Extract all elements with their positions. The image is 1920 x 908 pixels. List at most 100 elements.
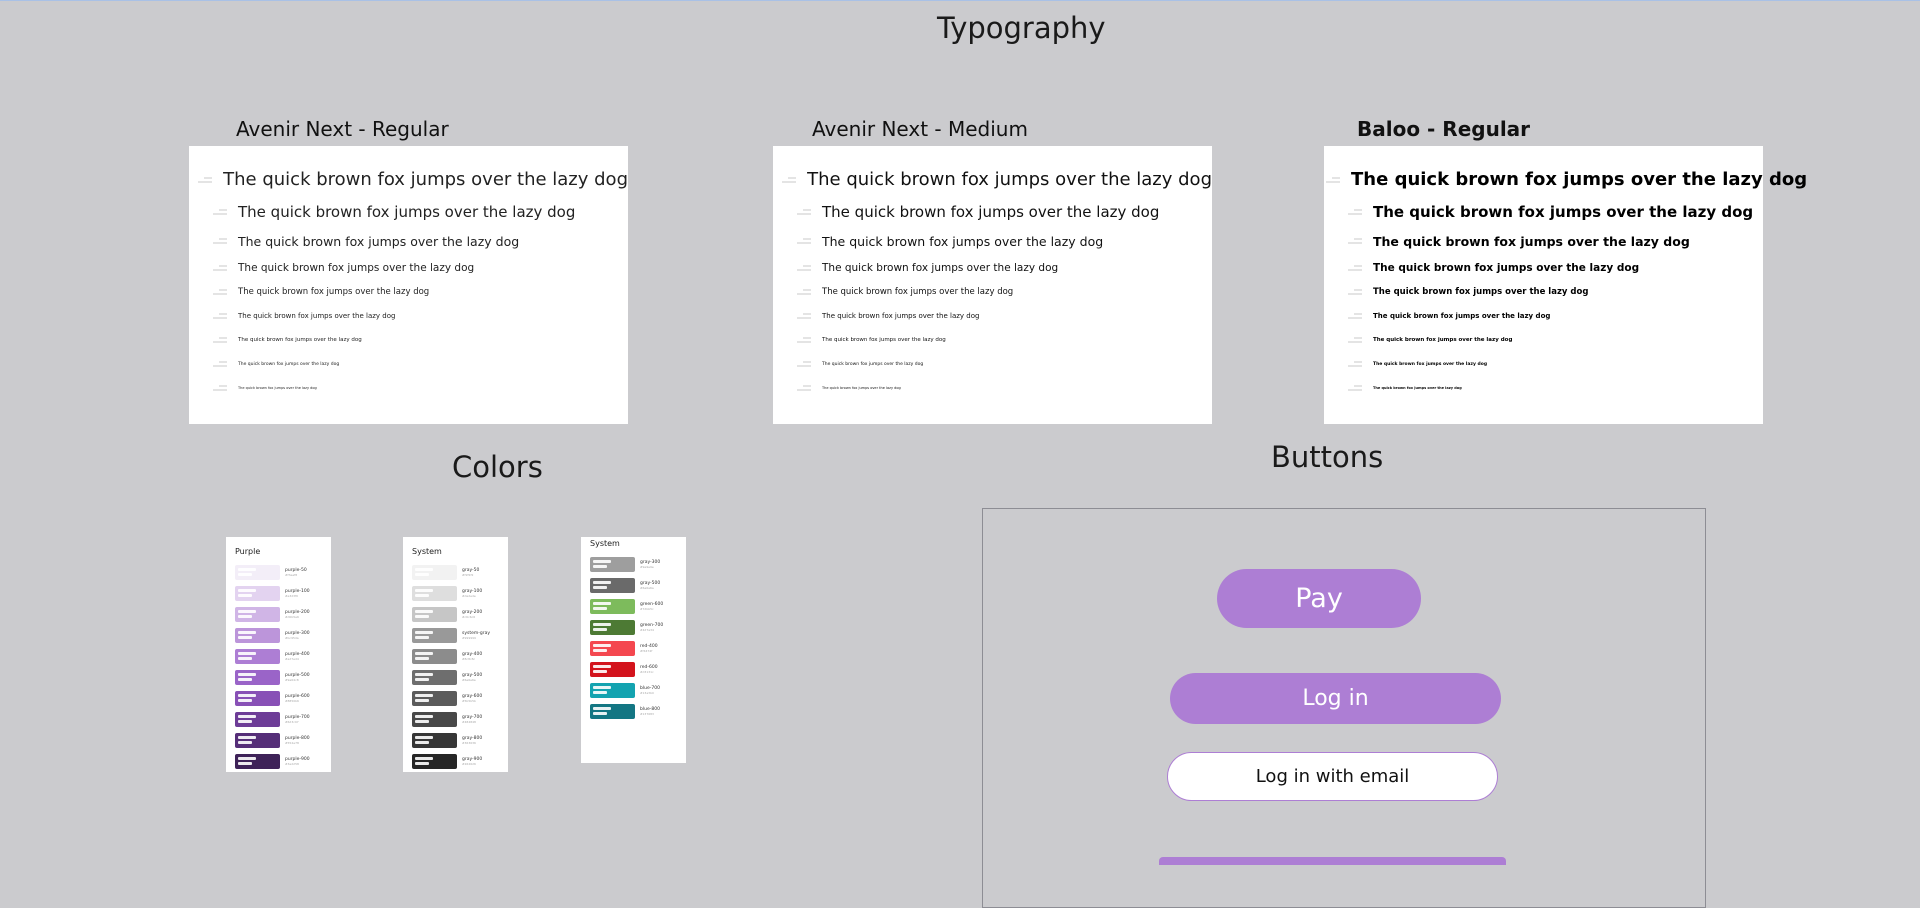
typography-section-title: Typography bbox=[937, 11, 1106, 45]
swatch-row: gray-900 #262626 bbox=[412, 751, 499, 772]
swatch-meta: purple-700 #6d3c97 bbox=[285, 715, 310, 724]
typography-card-avenir-medium: The quick brown fox jumps over the lazy … bbox=[773, 146, 1212, 424]
swatch-row: gray-700 #484848 bbox=[412, 709, 499, 730]
swatch-meta: gray-100 #dedede bbox=[462, 589, 482, 598]
type-sample: The quick brown fox jumps over the lazy … bbox=[238, 261, 475, 274]
type-meta bbox=[1326, 385, 1362, 391]
swatch-meta: purple-50 #f3eef8 bbox=[285, 568, 307, 577]
type-meta bbox=[775, 238, 811, 244]
swatch-row: red-600 #d3131c bbox=[590, 659, 677, 680]
type-sample: The quick brown fox jumps over the lazy … bbox=[1373, 261, 1640, 274]
login-with-email-button[interactable]: Log in with email bbox=[1167, 752, 1498, 801]
buttons-section-title: Buttons bbox=[1271, 440, 1384, 474]
type-meta bbox=[775, 313, 811, 319]
swatch-hex: #363636 bbox=[462, 741, 476, 745]
type-meta bbox=[191, 289, 227, 295]
swatch-hex: #e3d3f0 bbox=[285, 594, 299, 598]
swatch-hex: #f3eef8 bbox=[285, 573, 298, 577]
swatch-row: gray-800 #363636 bbox=[412, 730, 499, 751]
swatch-meta: gray-400 #8c8c8c bbox=[462, 652, 482, 661]
swatch-meta: purple-600 #8850b6 bbox=[285, 694, 310, 703]
type-meta bbox=[1326, 337, 1362, 343]
color-card-title: Purple bbox=[235, 547, 261, 556]
color-swatch bbox=[590, 599, 635, 614]
login-button[interactable]: Log in bbox=[1170, 673, 1501, 724]
color-swatch bbox=[590, 641, 635, 656]
swatch-hex: #9e9e9e bbox=[640, 565, 654, 569]
color-swatch bbox=[235, 649, 280, 664]
swatch-meta: gray-300 #9e9e9e bbox=[640, 560, 660, 569]
type-row: The quick brown fox jumps over the lazy … bbox=[1324, 328, 1763, 352]
color-card-title: System bbox=[590, 539, 620, 548]
swatch-row: purple-600 #8850b6 bbox=[235, 688, 322, 709]
swatch-meta: gray-500 #6e6e6e bbox=[462, 673, 482, 682]
type-meta bbox=[191, 238, 227, 244]
swatch-hex: #6a6a6a bbox=[640, 586, 654, 590]
type-row: The quick brown fox jumps over the lazy … bbox=[773, 304, 1212, 328]
color-swatch bbox=[590, 578, 635, 593]
type-sample: The quick brown fox jumps over the lazy … bbox=[822, 361, 924, 367]
pay-button[interactable]: Pay bbox=[1217, 569, 1421, 628]
swatch-row: purple-700 #6d3c97 bbox=[235, 709, 322, 730]
swatch-row: gray-500 #6e6e6e bbox=[412, 667, 499, 688]
type-meta bbox=[191, 337, 227, 343]
swatch-meta: purple-800 #552e78 bbox=[285, 736, 310, 745]
font-title-avenir-medium: Avenir Next - Medium bbox=[812, 117, 1028, 141]
type-meta bbox=[775, 361, 811, 367]
swatch-meta: red-600 #d3131c bbox=[640, 665, 658, 674]
color-swatch bbox=[590, 683, 635, 698]
color-swatch bbox=[235, 607, 280, 622]
type-sample: The quick brown fox jumps over the lazy … bbox=[807, 169, 1212, 190]
type-sample: The quick brown fox jumps over the lazy … bbox=[822, 202, 1160, 221]
type-meta bbox=[775, 176, 797, 183]
type-sample: The quick brown fox jumps over the lazy … bbox=[822, 386, 901, 390]
type-row: The quick brown fox jumps over the lazy … bbox=[189, 196, 628, 227]
swatch-row: gray-100 #dedede bbox=[412, 583, 499, 604]
color-swatch bbox=[412, 670, 457, 685]
color-card-purple: Purple purple-50 #f3eef8 purple-100 #e3d3f0 p… bbox=[226, 537, 331, 772]
type-row: The quick brown fox jumps over the lazy … bbox=[189, 376, 628, 400]
type-meta bbox=[1326, 176, 1340, 183]
type-meta bbox=[775, 289, 811, 295]
color-card-system-colors: System gray-300 #9e9e9e gray-500 #6a6a6a gree… bbox=[581, 537, 686, 763]
type-meta bbox=[1326, 313, 1362, 319]
type-sample: The quick brown fox jumps over the lazy … bbox=[238, 287, 430, 297]
swatch-meta: blue-700 #13a3b0 bbox=[640, 686, 660, 695]
type-sample: The quick brown fox jumps over the lazy … bbox=[238, 202, 576, 221]
swatch-meta: purple-500 #9a64c8 bbox=[285, 673, 310, 682]
swatch-hex: #9a64c8 bbox=[285, 678, 299, 682]
color-swatch bbox=[412, 754, 457, 769]
type-sample: The quick brown fox jumps over the lazy … bbox=[822, 337, 946, 343]
type-row: The quick brown fox jumps over the lazy … bbox=[1324, 304, 1763, 328]
swatch-hex: #552e78 bbox=[285, 741, 299, 745]
swatch-row: red-400 #f4474f bbox=[590, 638, 677, 659]
type-meta bbox=[775, 385, 811, 391]
type-row: The quick brown fox jumps over the lazy … bbox=[773, 376, 1212, 400]
font-title-baloo-regular: Baloo - Regular bbox=[1357, 117, 1531, 141]
color-swatch bbox=[235, 712, 280, 727]
type-sample: The quick brown fox jumps over the lazy … bbox=[238, 386, 317, 390]
swatch-hex: #f2f2f2 bbox=[462, 573, 474, 577]
swatch-meta: gray-500 #6a6a6a bbox=[640, 581, 660, 590]
type-row: The quick brown fox jumps over the lazy … bbox=[1324, 376, 1763, 400]
color-swatch bbox=[412, 586, 457, 601]
type-sample: The quick brown fox jumps over the lazy … bbox=[1373, 233, 1690, 249]
swatch-hex: #c6c6c6 bbox=[462, 615, 476, 619]
font-title-avenir-regular: Avenir Next - Regular bbox=[236, 117, 449, 141]
type-meta bbox=[775, 264, 811, 271]
color-swatch bbox=[235, 754, 280, 769]
type-sample: The quick brown fox jumps over the lazy … bbox=[238, 337, 362, 343]
swatch-row: blue-700 #13a3b0 bbox=[590, 680, 677, 701]
color-swatch bbox=[590, 704, 635, 719]
type-meta bbox=[191, 264, 227, 271]
color-swatch bbox=[235, 691, 280, 706]
swatch-row: gray-200 #c6c6c6 bbox=[412, 604, 499, 625]
type-meta bbox=[191, 176, 213, 183]
swatch-hex: #f4474f bbox=[640, 649, 653, 653]
type-row: The quick brown fox jumps over the lazy … bbox=[189, 328, 628, 352]
type-row: The quick brown fox jumps over the lazy … bbox=[1324, 196, 1763, 227]
swatch-hex: #999999 bbox=[462, 636, 476, 640]
swatch-row: gray-500 #6a6a6a bbox=[590, 575, 677, 596]
type-row: The quick brown fox jumps over the lazy … bbox=[773, 163, 1212, 196]
swatch-row: purple-500 #9a64c8 bbox=[235, 667, 322, 688]
